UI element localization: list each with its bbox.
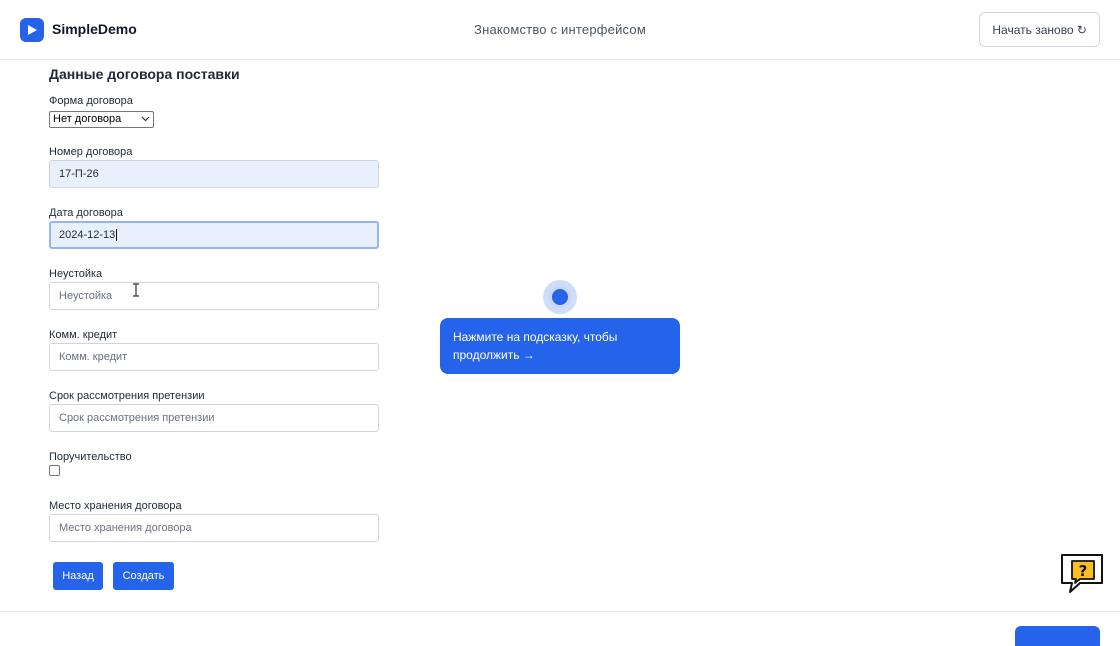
commercial-credit-field[interactable]: Комм. кредит [49, 343, 379, 371]
storage-place-label: Место хранения договора [49, 500, 182, 512]
hint-text: Нажмите на подсказку, чтобы продолжить → [453, 330, 618, 362]
text-cursor-icon [132, 283, 140, 301]
text-caret [116, 229, 118, 242]
commercial-credit-label: Комм. кредит [49, 329, 118, 341]
restart-label: Начать заново ↻ [992, 22, 1087, 37]
penalty-placeholder: Неустойка [59, 290, 113, 302]
storage-place-field[interactable]: Место хранения договора [49, 514, 379, 542]
contract-number-field[interactable]: 17-П-26 [49, 160, 379, 188]
claim-period-label: Срок рассмотрения претензии [49, 390, 205, 402]
claim-period-placeholder: Срок рассмотрения претензии [59, 412, 215, 424]
contract-form-select[interactable]: Нет договора [49, 111, 154, 128]
contract-number-label: Номер договора [49, 146, 133, 158]
question-bubble-icon[interactable]: ? [1058, 551, 1106, 595]
chevron-down-icon [141, 113, 150, 128]
penalty-label: Неустойка [49, 268, 103, 280]
restart-button[interactable]: Начать заново ↻ [979, 12, 1100, 47]
back-label: Назад [62, 570, 94, 582]
top-bar: SimpleDemo Знакомство с интерфейсом Нача… [0, 0, 1120, 60]
contract-date-value: 2024-12-13 [59, 229, 116, 241]
guarantee-checkbox[interactable] [49, 465, 60, 476]
storage-place-placeholder: Место хранения договора [59, 522, 192, 534]
create-button[interactable]: Создать [113, 562, 174, 590]
contract-number-value: 17-П-26 [59, 168, 99, 180]
page-title: Знакомство с интерфейсом [474, 22, 646, 37]
commercial-credit-placeholder: Комм. кредит [59, 351, 128, 363]
contract-form-label: Форма договора [49, 95, 133, 107]
create-label: Создать [122, 570, 165, 582]
hint-bubble[interactable]: Нажмите на подсказку, чтобы продолжить → [440, 318, 680, 374]
contract-date-field[interactable]: 2024-12-13 [49, 221, 379, 249]
penalty-field[interactable]: Неустойка [49, 282, 379, 310]
contract-date-label: Дата договора [49, 207, 123, 219]
svg-text:?: ? [1079, 562, 1088, 580]
contract-form-value: Нет договора [53, 113, 122, 125]
guarantee-label: Поручительство [49, 451, 132, 463]
next-button[interactable] [1015, 626, 1100, 646]
hint-dot[interactable] [549, 286, 571, 308]
back-button[interactable]: Назад [53, 562, 103, 590]
claim-period-field[interactable]: Срок рассмотрения претензии [49, 404, 379, 432]
bottom-bar [0, 611, 1120, 640]
form-title: Данные договора поставки [49, 66, 240, 82]
